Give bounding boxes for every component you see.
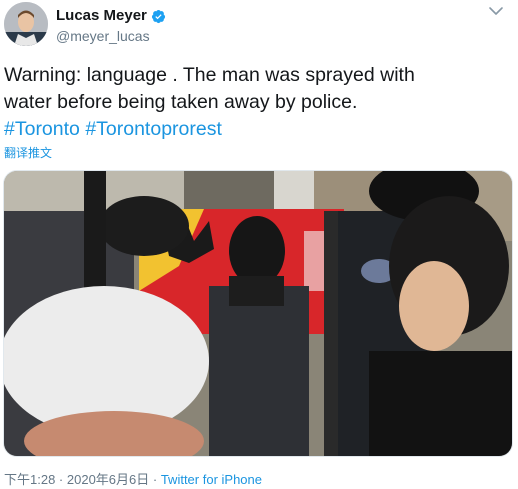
tweet-media[interactable] <box>3 170 513 457</box>
tweet-meta: 下午1:28 · 2020年6月6日 · Twitter for iPhone <box>4 472 262 488</box>
tweet-source-link[interactable]: Twitter for iPhone <box>161 472 262 487</box>
tweet-date[interactable]: 2020年6月6日 <box>67 472 149 487</box>
display-name[interactable]: Lucas Meyer <box>56 7 147 25</box>
author-names: Lucas Meyer @meyer_lucas <box>56 7 166 45</box>
verified-badge-icon <box>151 9 165 23</box>
meta-separator: · <box>149 472 161 487</box>
chevron-down-icon[interactable] <box>486 2 506 20</box>
hashtag-toronto[interactable]: #Toronto <box>4 118 80 140</box>
avatar-image <box>4 2 48 46</box>
avatar[interactable] <box>4 2 48 46</box>
tweet-header: Lucas Meyer @meyer_lucas <box>4 2 514 46</box>
hashtag-line: #Toronto #Torontoprorest <box>4 116 509 143</box>
translate-tweet-link[interactable]: 翻译推文 <box>4 146 52 160</box>
tweet-text-line-2: water before being taken away by police. <box>4 91 358 113</box>
display-name-row: Lucas Meyer <box>56 7 166 25</box>
hashtag-torontoprorest[interactable]: #Torontoprorest <box>85 118 222 140</box>
tweet-time[interactable]: 下午1:28 <box>4 472 55 487</box>
meta-separator: · <box>55 472 67 487</box>
media-photo <box>4 171 512 456</box>
tweet-card: Lucas Meyer @meyer_lucas Warning: langua… <box>0 0 518 489</box>
author-handle[interactable]: @meyer_lucas <box>56 28 166 45</box>
tweet-text: Warning: language . The man was sprayed … <box>4 62 509 143</box>
tweet-text-line-1: Warning: language . The man was sprayed … <box>4 64 415 86</box>
